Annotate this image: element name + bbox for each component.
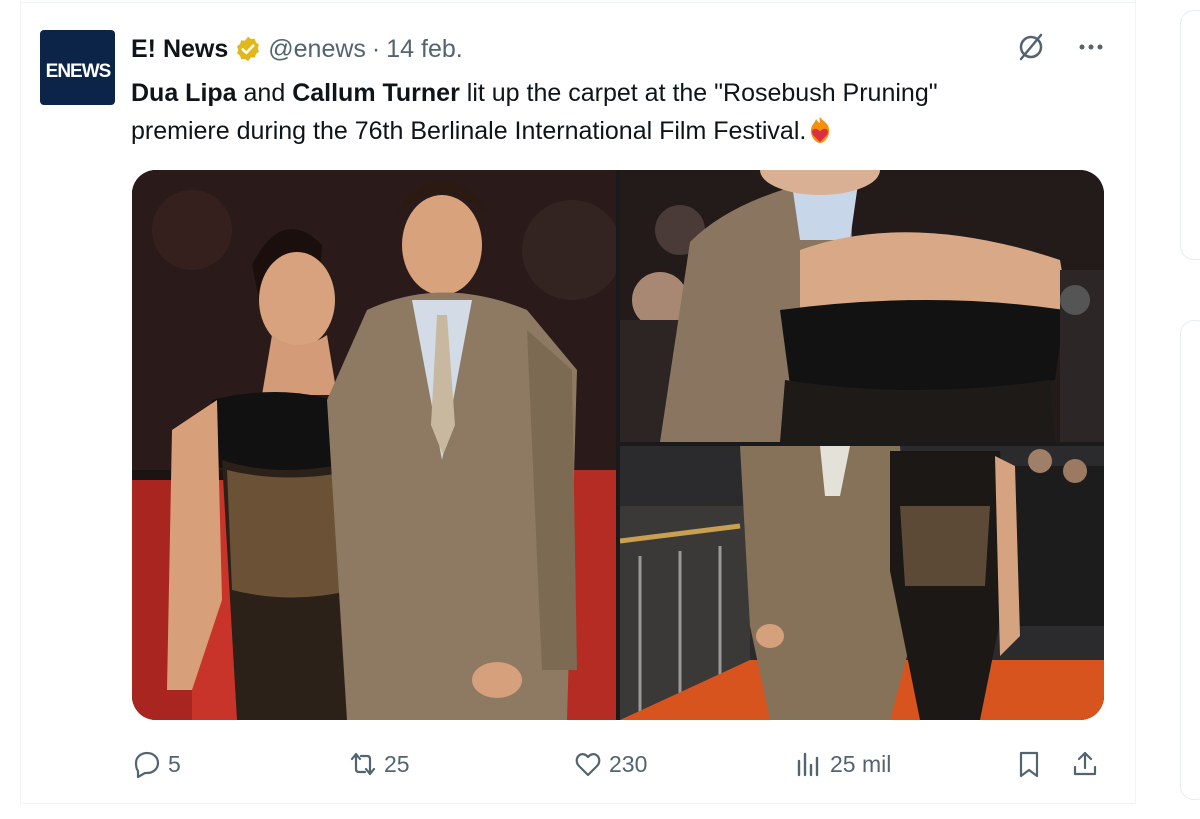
header-actions [1014, 30, 1108, 64]
share-button[interactable] [1070, 744, 1100, 784]
display-name[interactable]: E! News [131, 35, 228, 64]
share-icon [1073, 751, 1097, 776]
reply-count: 5 [168, 750, 181, 777]
like-button[interactable]: 230 [573, 744, 647, 784]
sidebar-card-fragment [1180, 320, 1200, 800]
retweet-icon [350, 752, 376, 776]
grok-icon[interactable] [1014, 30, 1048, 64]
like-count: 230 [609, 750, 648, 777]
text-connector: and [243, 79, 286, 107]
verified-badge-icon[interactable] [234, 35, 262, 63]
tweet-date[interactable]: 14 feb. [386, 35, 462, 64]
separator-dot: · [371, 34, 381, 63]
user-handle[interactable]: @enews [268, 35, 366, 64]
reply-button[interactable]: 5 [132, 744, 181, 784]
bookmark-button[interactable] [1014, 744, 1044, 784]
mention-callum-turner: Callum Turner [292, 79, 460, 107]
enews-logo: ENEWS [45, 61, 111, 82]
svg-text:ENEWS: ENEWS [45, 61, 110, 82]
text-line1: lit up the carpet at the "Rosebush Pruni… [466, 79, 938, 107]
analytics-icon [797, 752, 819, 777]
tweet-text: Dua Lipa and Callum Turner lit up the ca… [131, 74, 1091, 150]
photo-back-closeup[interactable] [620, 170, 1104, 442]
text-line2: premiere during the 76th Berlinale Inter… [131, 117, 807, 145]
heart-on-fire-emoji [806, 115, 834, 145]
mention-dua-lipa: Dua Lipa [131, 79, 237, 107]
retweet-button[interactable]: 25 [348, 744, 410, 784]
retweet-count: 25 [384, 750, 410, 777]
avatar[interactable]: ENEWS [40, 30, 115, 105]
bookmark-icon [1019, 751, 1039, 778]
tweet-header: E! News @enews · 14 feb. [131, 33, 463, 65]
more-options-icon[interactable] [1074, 30, 1108, 64]
reply-icon [134, 751, 160, 779]
media-grid [132, 170, 1104, 720]
sidebar-card-fragment [1180, 10, 1200, 260]
views-button[interactable]: 25 mil [794, 744, 891, 784]
heart-icon [575, 753, 601, 777]
tweet-actions: 5 25 230 25 mil [132, 744, 1104, 784]
photo-walking-carpet[interactable] [620, 446, 1104, 720]
photo-couple-red-carpet[interactable] [132, 170, 616, 720]
views-count: 25 mil [830, 750, 892, 777]
